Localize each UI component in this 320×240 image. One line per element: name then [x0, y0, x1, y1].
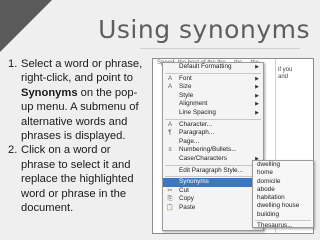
- submenu-arrow-icon: ▶: [255, 84, 259, 91]
- menu-item-numbering-bullets[interactable]: ≡ Numbering/Bullets...: [163, 146, 263, 155]
- menu-item-icon: ⎘: [167, 196, 173, 203]
- title-underline: [140, 48, 300, 49]
- menu-item-icon: [166, 93, 174, 100]
- menu-item-icon: ≡: [168, 147, 172, 154]
- synonyms-submenu: dwelling home domicile abode habitation dwell…: [252, 160, 314, 230]
- menu-item-label: Cut: [179, 186, 189, 194]
- menu-separator: [165, 72, 261, 74]
- menu-item-label: Numbering/Bullets...: [179, 146, 237, 154]
- menu-item-label: Size: [179, 83, 192, 91]
- submenu-arrow-icon: ▶: [255, 109, 259, 116]
- menu-separator: [165, 118, 261, 120]
- menu-item-alignment[interactable]: Alignment ▶: [163, 100, 263, 109]
- menu-separator: [165, 164, 261, 166]
- menu-item-case-characters[interactable]: Case/Characters ▶: [163, 155, 263, 164]
- synonyms-emphasis: Synonyms: [21, 86, 78, 99]
- step-number: 1.: [8, 58, 18, 70]
- synonym-option[interactable]: habitation: [253, 194, 313, 202]
- menu-item-font[interactable]: A Font ▶: [163, 75, 263, 84]
- slide-title: Using synonyms: [98, 15, 310, 44]
- step-text: Click on a word or phrase to select it a…: [21, 144, 134, 215]
- menu-separator: [165, 176, 261, 178]
- step-text: Select a word or phrase, right-click, an…: [21, 58, 143, 143]
- menu-item-character[interactable]: A Character...: [163, 121, 263, 130]
- menu-item-line-spacing[interactable]: Line Spacing ▶: [163, 109, 263, 118]
- step-number: 2.: [8, 144, 18, 157]
- menu-item-icon: A: [167, 84, 172, 91]
- menu-item-label: Line Spacing: [179, 108, 216, 116]
- menu-item-icon: [166, 179, 174, 186]
- menu-item-copy[interactable]: ⎘ Copy: [163, 195, 263, 204]
- synonym-option[interactable]: Thesaurus...: [253, 222, 313, 230]
- synonym-option[interactable]: dwelling house: [253, 202, 313, 210]
- menu-item-edit-paragraph-style[interactable]: Edit Paragraph Style...: [163, 167, 263, 176]
- menu-item-label: Edit Paragraph Style...: [179, 166, 243, 174]
- menu-item-label: Copy: [179, 195, 194, 203]
- menu-item-label: Paste: [179, 203, 196, 211]
- menu-separator: [255, 220, 311, 222]
- synonym-option[interactable]: building: [253, 211, 313, 219]
- menu-item-label: Paragraph...: [179, 129, 215, 137]
- submenu-arrow-icon: ▶: [255, 92, 259, 99]
- submenu-arrow-icon: ▶: [255, 101, 259, 108]
- menu-item-icon: A: [167, 75, 172, 82]
- synonym-option[interactable]: dwelling: [253, 161, 313, 169]
- context-menu: Default Formatting ▶ A Font ▶ A Size ▶ Style ▶ Ali…: [162, 62, 264, 231]
- menu-item-label: Style: [179, 91, 194, 99]
- menu-item-default-formatting[interactable]: Default Formatting ▶: [163, 63, 263, 72]
- menu-item-label: Synonyms: [179, 178, 209, 186]
- step-item: 2. Click on a word or phrase to select i…: [8, 143, 146, 215]
- menu-item-icon: [166, 139, 174, 146]
- menu-item-icon: ¶: [168, 130, 172, 137]
- menu-item-label: Character...: [179, 120, 213, 128]
- submenu-arrow-icon: ▶: [255, 64, 259, 70]
- menu-item-icon: [166, 101, 174, 108]
- menu-item-paste[interactable]: 📋 Paste: [163, 204, 263, 213]
- menu-item-icon: A: [167, 121, 172, 128]
- menu-item-icon: [166, 156, 174, 163]
- menu-item-icon: 📋: [166, 204, 174, 211]
- menu-item-label: Page...: [179, 137, 200, 145]
- menu-item-cut[interactable]: ✂ Cut: [163, 187, 263, 196]
- menu-item-synonyms[interactable]: Synonyms▶: [163, 178, 263, 187]
- instruction-list: 1. Select a word or phrase, right-click,…: [8, 57, 146, 215]
- menu-item-icon: [166, 64, 174, 71]
- document-side-text: if you and: [278, 67, 293, 80]
- menu-item-icon: ✂: [167, 187, 173, 194]
- menu-item-paragraph[interactable]: ¶ Paragraph...: [163, 129, 263, 138]
- menu-item-label: Case/Characters: [179, 154, 227, 162]
- menu-item-style[interactable]: Style ▶: [163, 92, 263, 101]
- slide: Using synonyms 1. Select a word or phras…: [0, 0, 320, 240]
- synonym-option[interactable]: abode: [253, 186, 313, 194]
- menu-item-label: Default Formatting: [179, 63, 232, 70]
- menu-item-size[interactable]: A Size ▶: [163, 83, 263, 92]
- menu-item-icon: [166, 110, 174, 117]
- menu-item-icon: [166, 168, 174, 175]
- step-item: 1. Select a word or phrase, right-click,…: [8, 57, 146, 143]
- synonym-option[interactable]: home: [253, 169, 313, 177]
- menu-item-label: Font: [179, 74, 192, 82]
- menu-item-label: Alignment: [179, 100, 208, 108]
- submenu-arrow-icon: ▶: [255, 75, 259, 82]
- menu-item-page[interactable]: Page...: [163, 138, 263, 147]
- synonym-option[interactable]: domicile: [253, 178, 313, 186]
